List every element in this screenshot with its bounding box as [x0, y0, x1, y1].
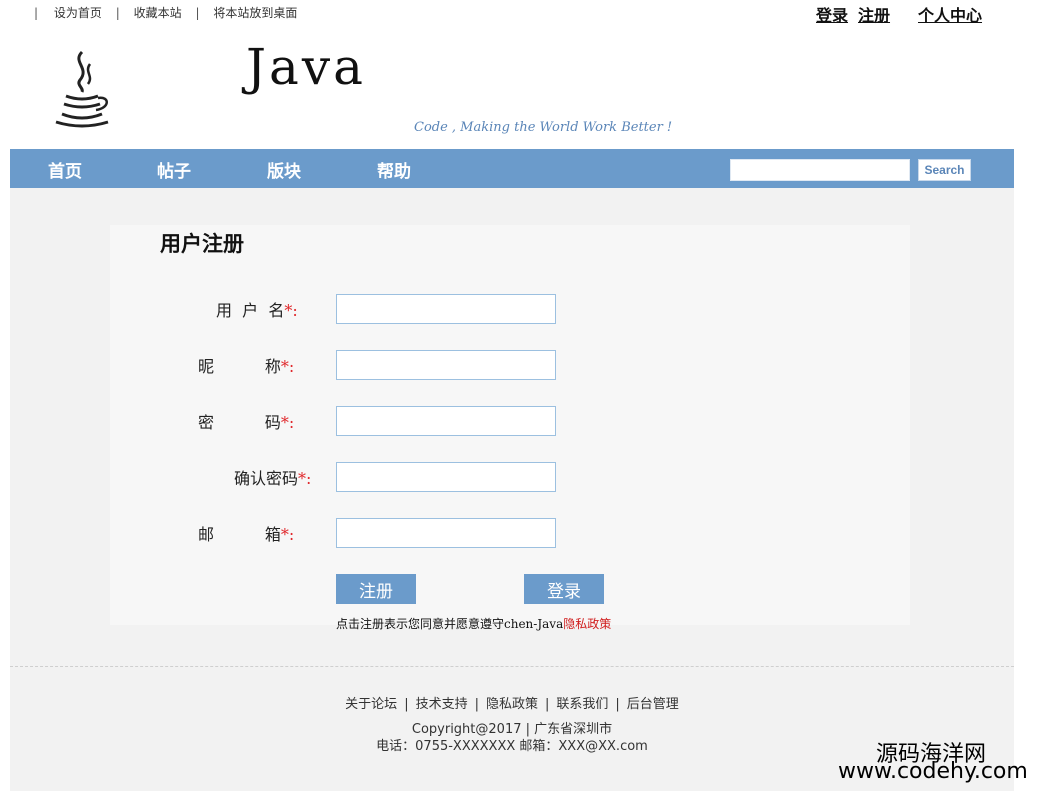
top-register-link[interactable]: 注册 — [858, 2, 890, 26]
footer-link-privacy[interactable]: 隐私政策 — [486, 697, 538, 712]
agreement-text: 点击注册表示您同意并愿意遵守chen-Java — [336, 617, 564, 631]
user-center-link[interactable]: 个人中心 — [918, 2, 982, 26]
banner: Java Code , Making the World Work Better… — [10, 26, 1014, 149]
divider — [10, 666, 1014, 667]
top-links: | 设为首页 | 收藏本站 | 将本站放到桌面 — [34, 4, 297, 21]
footer-links: 关于论坛 | 技术支持 | 隐私政策 | 联系我们 | 后台管理 — [10, 693, 1014, 712]
username-field[interactable] — [336, 294, 556, 324]
top-login-link[interactable]: 登录 — [816, 2, 848, 26]
nav-item-posts[interactable]: 帖子 — [157, 157, 191, 182]
top-bar: | 设为首页 | 收藏本站 | 将本站放到桌面 登录 注册 个人中心 — [0, 0, 1042, 26]
separator: | — [115, 6, 120, 20]
java-cup-logo-icon — [55, 50, 109, 128]
nav-item-help[interactable]: 帮助 — [377, 157, 411, 182]
separator: | — [474, 697, 479, 712]
search-button[interactable]: Search — [918, 159, 971, 181]
nav-item-home[interactable]: 首页 — [48, 157, 82, 182]
contact-info: 电话：0755-XXXXXXX 邮箱：XXX@XX.com — [376, 739, 648, 754]
separator: | — [195, 6, 200, 20]
footer-link-contact[interactable]: 联系我们 — [556, 697, 608, 712]
password-field[interactable] — [336, 406, 556, 436]
username-label: 用 户 名*: — [216, 301, 298, 320]
nickname-label: 昵 称*: — [198, 357, 295, 376]
separator: | — [34, 6, 39, 20]
agreement-notice: 点击注册表示您同意并愿意遵守chen-Java隐私政策 — [336, 615, 611, 632]
privacy-policy-link[interactable]: 隐私政策 — [563, 617, 611, 631]
register-button[interactable]: 注册 — [336, 574, 416, 604]
desktop-shortcut-link[interactable]: 将本站放到桌面 — [213, 6, 297, 20]
separator: | — [545, 697, 550, 712]
footer-link-admin[interactable]: 后台管理 — [627, 697, 679, 712]
watermark-url: www.codehy.com — [838, 759, 1028, 784]
slogan: Code , Making the World Work Better ! — [414, 120, 673, 135]
set-homepage-link[interactable]: 设为首页 — [54, 6, 102, 20]
nav-item-boards[interactable]: 版块 — [267, 157, 301, 182]
nickname-field[interactable] — [336, 350, 556, 380]
search-input[interactable] — [730, 159, 910, 181]
main-content: 用户注册 用 户 名*: 昵 称*: 密 码*: 确认密码*: 邮 箱*: 注册… — [10, 188, 1014, 791]
separator: | — [404, 697, 409, 712]
footer-link-support[interactable]: 技术支持 — [416, 697, 468, 712]
logo-text: Java — [246, 38, 366, 96]
main-nav: 首页 帖子 版块 帮助 Search — [10, 149, 1014, 188]
confirm-password-label: 确认密码*: — [234, 469, 312, 488]
page-title: 用户注册 — [160, 231, 244, 256]
register-panel: 用户注册 用 户 名*: 昵 称*: 密 码*: 确认密码*: 邮 箱*: 注册… — [110, 225, 910, 631]
login-button[interactable]: 登录 — [524, 574, 604, 604]
email-label: 邮 箱*: — [198, 525, 295, 544]
confirm-password-field[interactable] — [336, 462, 556, 492]
email-field[interactable] — [336, 518, 556, 548]
separator: | — [615, 697, 620, 712]
password-label: 密 码*: — [198, 413, 295, 432]
bookmark-link[interactable]: 收藏本站 — [134, 6, 182, 20]
footer-link-about[interactable]: 关于论坛 — [345, 697, 397, 712]
